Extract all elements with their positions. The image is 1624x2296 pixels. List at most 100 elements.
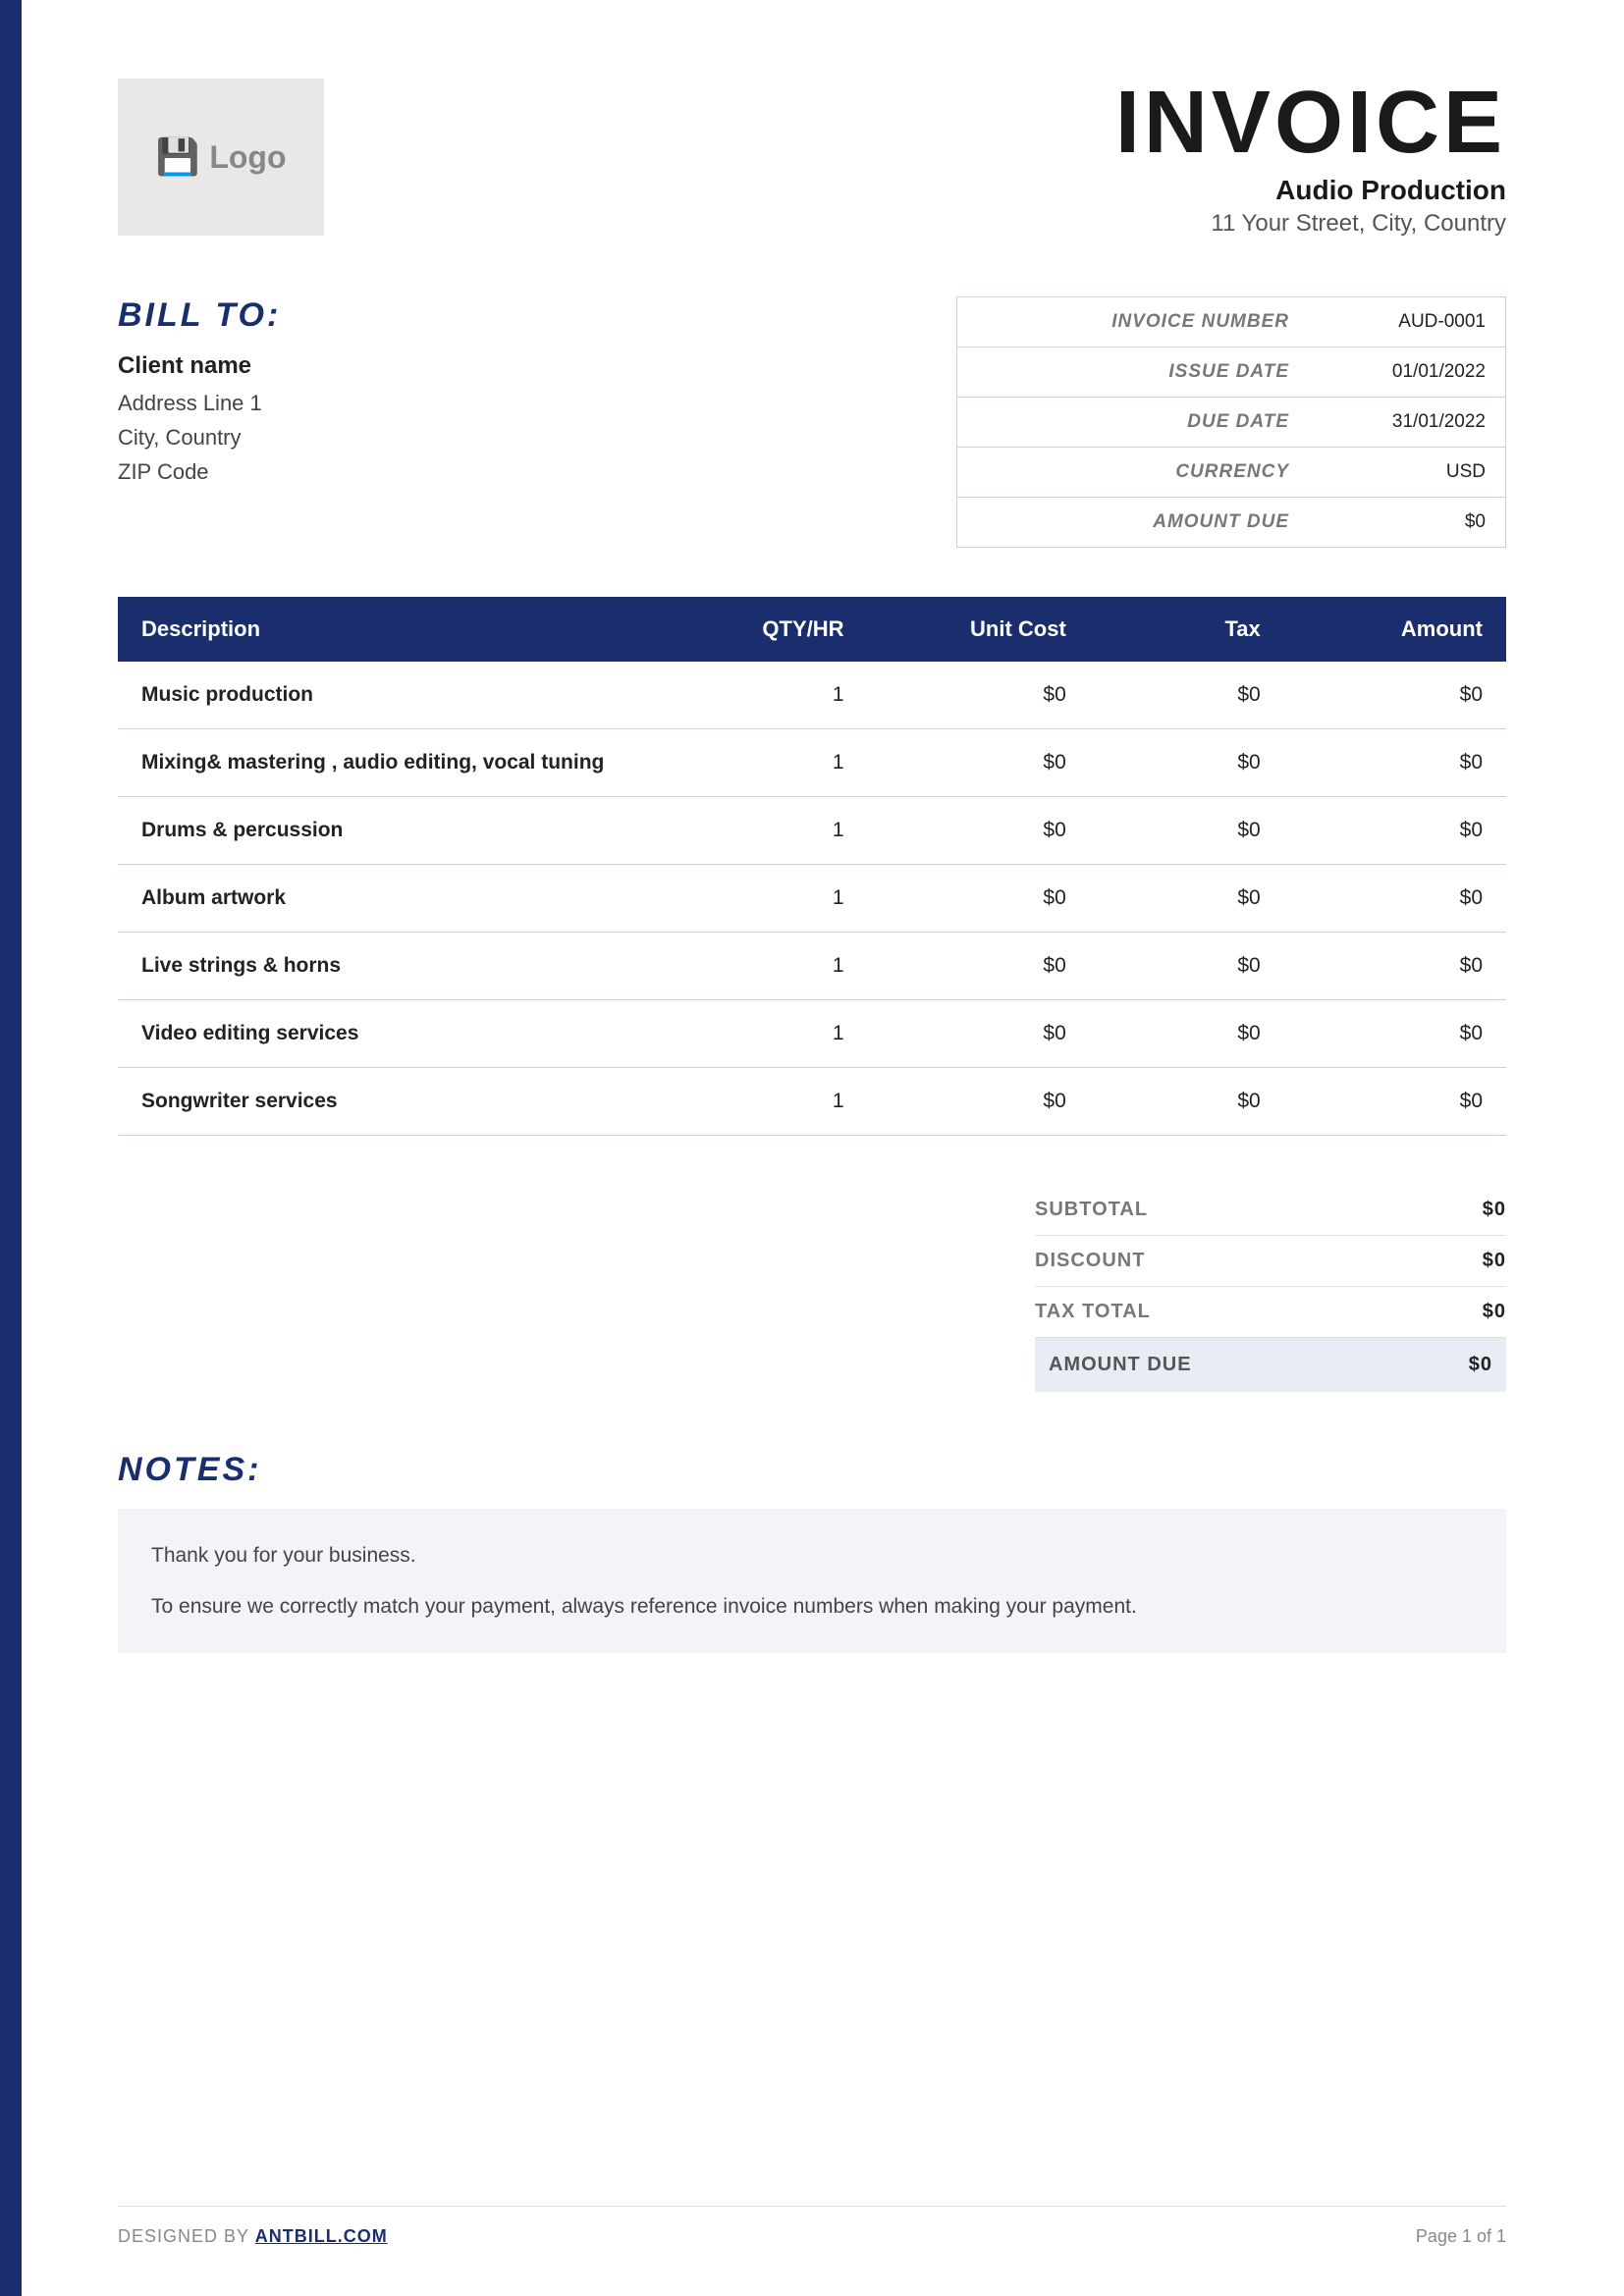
- discount-value: $0: [1483, 1250, 1506, 1272]
- meta-row: AMOUNT DUE $0: [957, 498, 1505, 547]
- meta-value-4: $0: [1309, 498, 1505, 547]
- table-row: Video editing services 1 $0 $0 $0: [118, 1000, 1506, 1068]
- tax-total-label: TAX TOTAL: [1035, 1301, 1151, 1323]
- bill-to-title: BILL TO:: [118, 296, 956, 335]
- item-tax-2: $0: [1090, 797, 1284, 865]
- company-address: 11 Your Street, City, Country: [1115, 210, 1506, 238]
- item-unit-cost-4: $0: [868, 933, 1090, 1000]
- amount-due-value: $0: [1469, 1354, 1492, 1376]
- item-amount-6: $0: [1284, 1068, 1506, 1136]
- item-amount-5: $0: [1284, 1000, 1506, 1068]
- item-tax-0: $0: [1090, 662, 1284, 729]
- table-row: Drums & percussion 1 $0 $0 $0: [118, 797, 1506, 865]
- subtotal-label: SUBTOTAL: [1035, 1199, 1148, 1221]
- tax-total-row: TAX TOTAL $0: [1035, 1287, 1506, 1338]
- subtotal-value: $0: [1483, 1199, 1506, 1221]
- discount-row: DISCOUNT $0: [1035, 1236, 1506, 1287]
- company-name: Audio Production: [1115, 175, 1506, 206]
- invoice-title: INVOICE: [1115, 79, 1506, 167]
- item-description-2: Drums & percussion: [118, 797, 701, 865]
- item-amount-2: $0: [1284, 797, 1506, 865]
- col-header-unit-cost: Unit Cost: [868, 597, 1090, 662]
- totals-table: SUBTOTAL $0 DISCOUNT $0 TAX TOTAL $0 AMO…: [1035, 1185, 1506, 1392]
- item-amount-0: $0: [1284, 662, 1506, 729]
- footer-right: Page 1 of 1: [1416, 2226, 1506, 2247]
- footer: DESIGNED BY ANTBILL.COM Page 1 of 1: [118, 2206, 1506, 2247]
- discount-label: DISCOUNT: [1035, 1250, 1145, 1272]
- item-tax-3: $0: [1090, 865, 1284, 933]
- notes-title: NOTES:: [118, 1451, 1506, 1489]
- header: 💾 Logo INVOICE Audio Production 11 Your …: [118, 79, 1506, 238]
- bill-to-block: BILL TO: Client name Address Line 1 City…: [118, 296, 956, 490]
- client-zip: ZIP Code: [118, 454, 956, 489]
- item-qty-2: 1: [701, 797, 868, 865]
- item-description-6: Songwriter services: [118, 1068, 701, 1136]
- item-qty-0: 1: [701, 662, 868, 729]
- logo-icon: 💾: [155, 136, 199, 178]
- amount-due-label: AMOUNT DUE: [1049, 1354, 1192, 1376]
- meta-row: DUE DATE 31/01/2022: [957, 398, 1505, 448]
- notes-box: Thank you for your business. To ensure w…: [118, 1509, 1506, 1653]
- client-address-line1: Address Line 1: [118, 386, 956, 420]
- item-unit-cost-6: $0: [868, 1068, 1090, 1136]
- logo-text: Logo: [209, 139, 286, 176]
- item-unit-cost-2: $0: [868, 797, 1090, 865]
- col-header-qty: QTY/HR: [701, 597, 868, 662]
- invoice-page: 💾 Logo INVOICE Audio Production 11 Your …: [0, 0, 1624, 2296]
- note-2: To ensure we correctly match your paymen…: [151, 1589, 1473, 1625]
- col-header-amount: Amount: [1284, 597, 1506, 662]
- designed-by-label: DESIGNED BY: [118, 2226, 249, 2246]
- meta-label-3: CURRENCY: [957, 448, 1309, 497]
- meta-value-0: AUD-0001: [1309, 297, 1505, 347]
- item-tax-1: $0: [1090, 729, 1284, 797]
- items-tbody: Music production 1 $0 $0 $0 Mixing& mast…: [118, 662, 1506, 1136]
- client-name: Client name: [118, 352, 956, 380]
- logo-box: 💾 Logo: [118, 79, 324, 236]
- client-city-country: City, Country: [118, 420, 956, 454]
- meta-label-2: DUE DATE: [957, 398, 1309, 447]
- item-qty-6: 1: [701, 1068, 868, 1136]
- item-unit-cost-3: $0: [868, 865, 1090, 933]
- item-unit-cost-1: $0: [868, 729, 1090, 797]
- item-qty-5: 1: [701, 1000, 868, 1068]
- item-amount-4: $0: [1284, 933, 1506, 1000]
- item-unit-cost-5: $0: [868, 1000, 1090, 1068]
- table-row: Music production 1 $0 $0 $0: [118, 662, 1506, 729]
- note-1: Thank you for your business.: [151, 1538, 1473, 1574]
- meta-label-4: AMOUNT DUE: [957, 498, 1309, 547]
- item-tax-5: $0: [1090, 1000, 1284, 1068]
- table-header-row: Description QTY/HR Unit Cost Tax Amount: [118, 597, 1506, 662]
- meta-row: CURRENCY USD: [957, 448, 1505, 498]
- meta-row: ISSUE DATE 01/01/2022: [957, 347, 1505, 398]
- table-row: Live strings & horns 1 $0 $0 $0: [118, 933, 1506, 1000]
- item-amount-3: $0: [1284, 865, 1506, 933]
- antbill-link[interactable]: ANTBILL.COM: [255, 2226, 388, 2246]
- table-row: Mixing& mastering , audio editing, vocal…: [118, 729, 1506, 797]
- amount-due-row: AMOUNT DUE $0: [1035, 1338, 1506, 1392]
- item-qty-4: 1: [701, 933, 868, 1000]
- item-description-5: Video editing services: [118, 1000, 701, 1068]
- item-amount-1: $0: [1284, 729, 1506, 797]
- item-description-4: Live strings & horns: [118, 933, 701, 1000]
- bill-section: BILL TO: Client name Address Line 1 City…: [118, 296, 1506, 548]
- meta-value-3: USD: [1309, 448, 1505, 497]
- totals-block: SUBTOTAL $0 DISCOUNT $0 TAX TOTAL $0 AMO…: [118, 1185, 1506, 1392]
- item-description-1: Mixing& mastering , audio editing, vocal…: [118, 729, 701, 797]
- col-header-tax: Tax: [1090, 597, 1284, 662]
- items-table: Description QTY/HR Unit Cost Tax Amount …: [118, 597, 1506, 1136]
- notes-section: NOTES: Thank you for your business. To e…: [118, 1451, 1506, 1653]
- item-qty-1: 1: [701, 729, 868, 797]
- item-tax-4: $0: [1090, 933, 1284, 1000]
- table-row: Album artwork 1 $0 $0 $0: [118, 865, 1506, 933]
- item-qty-3: 1: [701, 865, 868, 933]
- meta-label-0: INVOICE NUMBER: [957, 297, 1309, 347]
- table-row: Songwriter services 1 $0 $0 $0: [118, 1068, 1506, 1136]
- item-description-3: Album artwork: [118, 865, 701, 933]
- subtotal-row: SUBTOTAL $0: [1035, 1185, 1506, 1236]
- invoice-title-block: INVOICE Audio Production 11 Your Street,…: [1115, 79, 1506, 238]
- meta-row: INVOICE NUMBER AUD-0001: [957, 297, 1505, 347]
- item-description-0: Music production: [118, 662, 701, 729]
- meta-label-1: ISSUE DATE: [957, 347, 1309, 397]
- left-accent-bar: [0, 0, 22, 2296]
- item-unit-cost-0: $0: [868, 662, 1090, 729]
